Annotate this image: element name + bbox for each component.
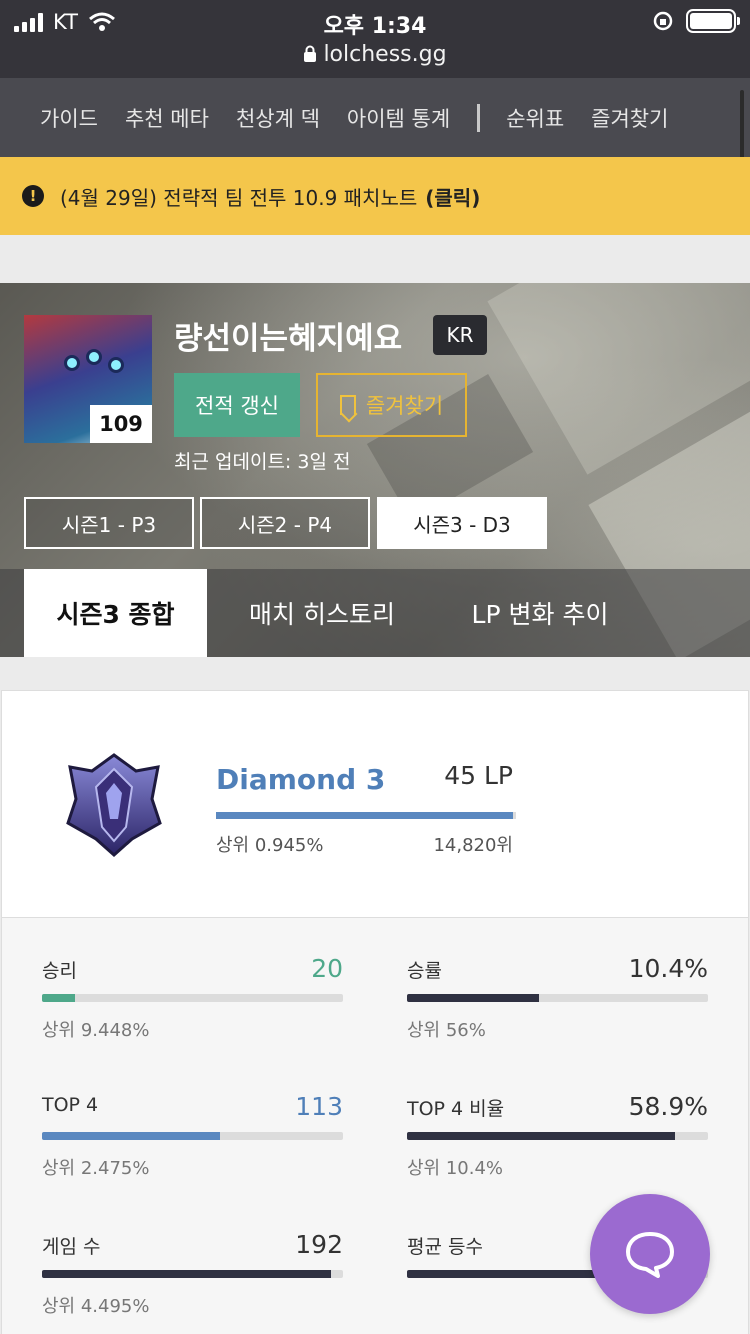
tab-match-history[interactable]: 매치 히스토리 [222, 569, 422, 657]
stat-value: 10.4% [628, 954, 708, 983]
stat-bar-fill [407, 994, 540, 1002]
stat-rank: 상위 2.475% [42, 1158, 150, 1179]
nav-item-guide[interactable]: 가이드 [40, 103, 98, 133]
stat-bar-fill [42, 994, 76, 1002]
stat-value: 58.9% [628, 1092, 708, 1121]
stat-bar-fill [407, 1132, 675, 1140]
clock: 오후 1:34 [323, 14, 427, 39]
stat-rank: 상위 56% [407, 1020, 486, 1041]
lp-progress-fill [216, 812, 513, 819]
profile-header: 109 량선이는혜지예요 KR 전적 갱신 즐겨찾기 최근 업데이트: 3일 전… [0, 283, 750, 657]
stat-top4: TOP 4 113 상위 2.475% [42, 1056, 343, 1179]
stat-wins: 승리 20 상위 9.448% [42, 918, 343, 1041]
stat-rank: 상위 10.4% [407, 1158, 504, 1179]
refresh-button[interactable]: 전적 갱신 [174, 373, 300, 437]
stat-label: 승률 [407, 960, 442, 982]
stat-bar-fill [42, 1132, 220, 1140]
stat-rank: 상위 4.495% [42, 1296, 150, 1317]
lock-icon [304, 45, 317, 62]
season-tab-3[interactable]: 시즌3 - D3 [377, 497, 547, 549]
chat-button[interactable] [590, 1194, 710, 1314]
stat-label: TOP 4 [42, 1094, 99, 1116]
region-badge: KR [433, 315, 487, 355]
avatar-art [64, 349, 124, 385]
stat-label: 승리 [42, 960, 77, 982]
stat-bar [407, 1132, 708, 1140]
stat-win-rate: 승률 10.4% 상위 56% [407, 918, 708, 1041]
favorite-label: 즐겨찾기 [365, 394, 444, 418]
season-tab-1[interactable]: 시즌1 - P3 [24, 497, 194, 549]
profile-tabs: 시즌3 종합 매치 히스토리 LP 변화 추이 [0, 569, 750, 657]
tab-season-summary[interactable]: 시즌3 종합 [24, 569, 207, 657]
notice-text: (4월 29일) 전략적 팀 전투 10.9 패치노트 [60, 185, 418, 210]
patch-notice-banner[interactable]: ! (4월 29일) 전략적 팀 전투 10.9 패치노트 (클릭) [0, 157, 750, 235]
orientation-lock-icon [653, 11, 673, 31]
url-text: lolchess.gg [323, 42, 447, 67]
stat-label: TOP 4 비율 [407, 1098, 505, 1120]
chat-bubble-icon [626, 1232, 674, 1278]
rank-percentile: 상위 0.945% [216, 835, 324, 856]
lp-progress-bar [216, 812, 516, 819]
nav-item-meta[interactable]: 추천 메타 [125, 103, 209, 133]
bookmark-icon [339, 395, 356, 415]
status-right [652, 9, 740, 33]
nav-item-favorites[interactable]: 즐겨찾기 [591, 103, 668, 133]
season-tab-2[interactable]: 시즌2 - P4 [200, 497, 370, 549]
stat-label: 게임 수 [42, 1236, 101, 1258]
stat-value: 192 [295, 1230, 343, 1259]
league-points: 45 LP [444, 761, 513, 790]
stat-bar-fill [42, 1270, 331, 1278]
nav-item-challenger-decks[interactable]: 천상계 덱 [236, 103, 320, 133]
rank-position: 14,820위 [433, 835, 513, 856]
alert-circle-icon: ! [22, 185, 44, 207]
stat-bar [42, 1132, 343, 1140]
stat-value: 113 [295, 1092, 343, 1121]
stat-label: 평균 등수 [407, 1236, 483, 1258]
diamond-emblem-icon [66, 753, 162, 857]
stat-top4-rate: TOP 4 비율 58.9% 상위 10.4% [407, 1056, 708, 1179]
stat-bar [407, 994, 708, 1002]
stat-games: 게임 수 192 상위 4.495% [42, 1194, 343, 1317]
nav-divider [477, 103, 481, 132]
tier-name: Diamond 3 [216, 763, 386, 796]
favorite-button[interactable]: 즐겨찾기 [316, 373, 467, 437]
summoner-name: 량선이는혜지예요 [174, 321, 403, 357]
last-updated: 최근 업데이트: 3일 전 [174, 451, 351, 473]
stat-bar [42, 1270, 343, 1278]
nav-item-item-stats[interactable]: 아이템 통계 [347, 103, 450, 133]
stat-rank: 상위 9.448% [42, 1020, 150, 1041]
notice-link[interactable]: (클릭) [425, 182, 480, 211]
stat-bar [42, 994, 343, 1002]
status-bar: KT 오후 1:34 lolchess.gg [0, 0, 750, 78]
address-bar[interactable]: lolchess.gg [0, 42, 750, 67]
stat-value: 20 [311, 954, 343, 983]
battery-icon [686, 9, 740, 33]
main-nav: 가이드 추천 메타 천상계 덱 아이템 통계 순위표 즐겨찾기 [0, 78, 750, 200]
level-badge: 109 [90, 405, 152, 443]
nav-item-leaderboard[interactable]: 순위표 [506, 103, 564, 133]
tab-lp-trend[interactable]: LP 변화 추이 [440, 569, 640, 657]
rank-card: Diamond 3 45 LP 상위 0.945% 14,820위 [1, 690, 749, 918]
summoner-avatar: 109 [24, 315, 152, 443]
